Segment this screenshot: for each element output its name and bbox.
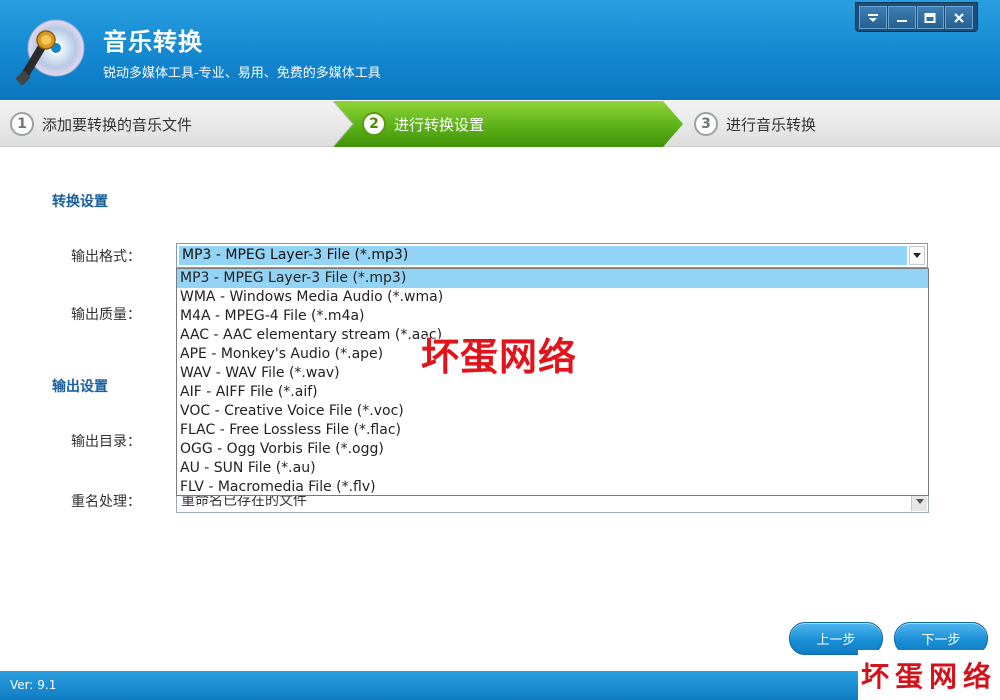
watermark-text: 坏蛋网络 [421, 335, 578, 379]
step-3-number: 3 [694, 112, 718, 136]
quality-label: 输出质量： [71, 307, 141, 323]
step-1-label: 添加要转换的音乐文件 [42, 115, 193, 134]
format-label: 输出格式： [71, 249, 141, 265]
app-subtitle: 锐动多媒体工具-专业、易用、免费的多媒体工具 [103, 66, 381, 81]
step-1[interactable]: 1 添加要转换的音乐文件 [10, 101, 192, 147]
title-bar: 音乐转换 锐动多媒体工具-专业、易用、免费的多媒体工具 [0, 0, 1000, 100]
chevron-down-icon[interactable] [909, 246, 925, 265]
format-option[interactable]: AIF - AIFF File (*.aif) [177, 383, 928, 402]
format-option[interactable]: WMA - Windows Media Audio (*.wma) [177, 288, 928, 307]
format-option[interactable]: M4A - MPEG-4 File (*.m4a) [177, 307, 928, 326]
format-option[interactable]: FLV - Macromedia File (*.flv) [177, 478, 928, 497]
menu-icon [867, 13, 878, 22]
menu-button[interactable] [859, 6, 887, 29]
close-icon [954, 12, 964, 23]
version-text: Ver: 9.1 [10, 678, 57, 692]
format-option[interactable]: VOC - Creative Voice File (*.voc) [177, 402, 928, 421]
step-2-number: 2 [362, 112, 386, 136]
format-option[interactable]: MP3 - MPEG Layer-3 File (*.mp3) [177, 269, 928, 288]
cd-microphone-icon [16, 19, 85, 85]
minimize-icon [896, 19, 907, 22]
maximize-button[interactable] [916, 6, 945, 29]
rename-label: 重名处理： [71, 494, 141, 510]
corner-watermark: 坏蛋网络 [858, 650, 1000, 700]
output-dir-label: 输出目录： [71, 434, 141, 450]
status-bar: Ver: 9.1 [0, 671, 1000, 700]
window-controls [855, 2, 978, 32]
app-title: 音乐转换 [103, 28, 203, 56]
format-dropdown-list: MP3 - MPEG Layer-3 File (*.mp3) WMA - Wi… [176, 268, 929, 496]
format-option[interactable]: FLAC - Free Lossless File (*.flac) [177, 421, 928, 440]
format-select-value: MP3 - MPEG Layer-3 File (*.mp3) [179, 246, 907, 265]
format-select[interactable]: MP3 - MPEG Layer-3 File (*.mp3) [176, 243, 928, 268]
step-3[interactable]: 3 进行音乐转换 [694, 101, 816, 147]
conversion-settings-title: 转换设置 [52, 194, 108, 210]
maximize-icon [924, 12, 936, 23]
format-option[interactable]: AU - SUN File (*.au) [177, 459, 928, 478]
step-3-label: 进行音乐转换 [726, 115, 817, 134]
close-button[interactable] [945, 6, 973, 29]
minimize-button[interactable] [887, 6, 916, 29]
step-2-label: 进行转换设置 [394, 115, 485, 134]
step-2[interactable]: 2 进行转换设置 [362, 101, 484, 147]
output-settings-title: 输出设置 [52, 379, 108, 395]
step-1-number: 1 [10, 112, 34, 136]
format-option[interactable]: OGG - Ogg Vorbis File (*.ogg) [177, 440, 928, 459]
